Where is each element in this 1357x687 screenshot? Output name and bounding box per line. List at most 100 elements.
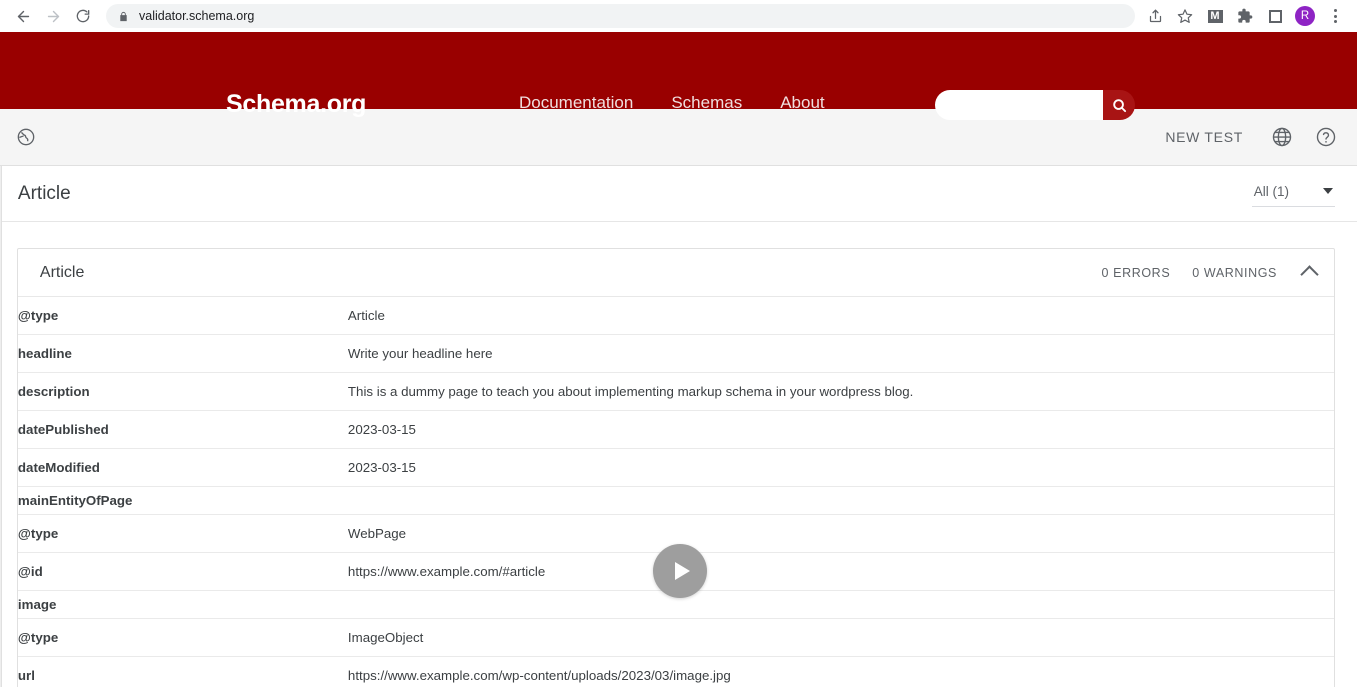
side-panel-square	[1268, 9, 1282, 23]
code-line[interactable]: 2{	[0, 187, 1, 205]
line-number: 24	[0, 587, 1, 605]
code-line[interactable]: 17 "author": {	[0, 460, 1, 478]
site-logo[interactable]: Schema.org	[226, 90, 366, 119]
site-search	[935, 90, 1135, 120]
run-test-button[interactable]	[653, 544, 707, 598]
property-value: This is a dummy page to teach you about …	[347, 372, 1334, 411]
forward-icon[interactable]	[38, 1, 68, 31]
code-line[interactable]: 3 "@context": "https://schema.org/",	[0, 205, 1, 223]
line-number: 4	[0, 224, 1, 242]
line-number: 7	[0, 278, 1, 296]
code-line[interactable]: 18 "@type": "Person",	[0, 478, 1, 496]
code-line[interactable]: 7 "@id": "https://www.example.com/#artic…	[0, 278, 1, 296]
property-row: @type ImageObject	[17, 618, 1334, 657]
gmail-extension-icon[interactable]: M	[1201, 2, 1229, 30]
results-body: Article 0 ERRORS 0 WARNINGS @type Article…	[2, 222, 1357, 687]
property-key: datePublished	[17, 410, 348, 449]
nav-item-about[interactable]: About	[780, 93, 824, 113]
browser-toolbar: validator.schema.org M R	[0, 0, 1357, 32]
line-number: 22	[0, 551, 1, 569]
code-line[interactable]: 10 "description": "This is a dummy page …	[0, 333, 1, 351]
property-value: https://www.example.com/wp-content/uploa…	[347, 656, 1334, 687]
line-number: 25	[0, 606, 1, 624]
line-number: 6	[0, 260, 1, 278]
result-properties-table: @type Article headline Write your headline …	[17, 297, 1334, 687]
browser-menu-icon[interactable]	[1321, 2, 1349, 30]
reload-icon[interactable]	[68, 1, 98, 31]
property-row: url https://www.example.com/wp-content/up…	[17, 656, 1334, 687]
search-button[interactable]	[1103, 90, 1135, 120]
property-key: dateModified	[17, 448, 348, 487]
code-line[interactable]: 25 "@type": "ImageObject",	[0, 606, 1, 624]
property-value: 2023-03-15	[347, 448, 1334, 487]
new-test-button[interactable]: NEW TEST	[1155, 123, 1253, 151]
code-line[interactable]: 6 "@type": "WebPage",	[0, 260, 1, 278]
chevron-down-icon	[1322, 188, 1333, 194]
search-input[interactable]	[935, 90, 1103, 120]
code-line[interactable]: 9 "headline": "Write your headline here"…	[0, 315, 1, 333]
code-line[interactable]: 13 "url": "https://www.example.com/wp-co…	[0, 387, 1, 405]
code-line[interactable]: 28 "height": "60"	[0, 660, 1, 678]
code-line[interactable]: 19 "name": "Harry Potter"	[0, 496, 1, 514]
url-text: validator.schema.org	[139, 9, 255, 23]
property-value: WebPage	[347, 514, 1334, 553]
avatar-initial: R	[1295, 6, 1315, 26]
property-key: @type	[17, 618, 348, 657]
code-line[interactable]: 27 "width": "120",	[0, 642, 1, 660]
line-number: 16	[0, 442, 1, 460]
warnings-badge: 0 WARNINGS	[1192, 265, 1277, 280]
line-number: 17	[0, 460, 1, 478]
line-number: 8	[0, 296, 1, 314]
result-card-article: Article 0 ERRORS 0 WARNINGS @type Article…	[16, 248, 1335, 687]
line-number: 9	[0, 315, 1, 333]
line-number: 10	[0, 333, 1, 351]
address-bar[interactable]: validator.schema.org	[106, 4, 1135, 28]
code-line[interactable]: 12 "@type": "ImageObject",	[0, 369, 1, 387]
code-line[interactable]: 20 },	[0, 515, 1, 533]
globe-left-icon[interactable]	[12, 123, 40, 151]
profile-avatar[interactable]: R	[1291, 2, 1319, 30]
property-value: 2023-03-15	[347, 410, 1334, 449]
property-row: headline Write your headline here	[17, 334, 1334, 373]
code-line[interactable]: 22 "@type": "Organization",	[0, 551, 1, 569]
app-toolbar: NEW TEST	[0, 109, 1357, 166]
help-icon[interactable]	[1311, 122, 1341, 152]
line-number: 12	[0, 369, 1, 387]
line-number: 3	[0, 205, 1, 223]
code-line[interactable]: 8 },	[0, 296, 1, 314]
language-globe-icon[interactable]	[1267, 122, 1297, 152]
property-key: url	[17, 656, 348, 687]
code-line[interactable]: 11 "image": {	[0, 351, 1, 369]
bookmark-star-icon[interactable]	[1171, 2, 1199, 30]
code-line[interactable]: 15 "height": ""	[0, 424, 1, 442]
line-number: 27	[0, 642, 1, 660]
code-line[interactable]: 14 "width": "",	[0, 405, 1, 423]
nav-item-schemas[interactable]: Schemas	[671, 93, 742, 113]
code-line[interactable]: 4 "@type": "Article",	[0, 224, 1, 242]
chevron-up-icon[interactable]	[1300, 265, 1319, 284]
back-icon[interactable]	[8, 1, 38, 31]
line-number: 5	[0, 242, 1, 260]
site-header: Schema.org Documentation Schemas About	[0, 32, 1357, 120]
property-key: @id	[17, 552, 348, 591]
line-number: 11	[0, 351, 1, 369]
side-panel-icon[interactable]	[1261, 2, 1289, 30]
results-filter-label: All (1)	[1253, 183, 1289, 199]
code-line[interactable]: 23 "name": "ExamplePublisher",	[0, 569, 1, 587]
code-line[interactable]: 16 },	[0, 442, 1, 460]
code-line[interactable]: 24 "logo": {	[0, 587, 1, 605]
results-filter-dropdown[interactable]: All (1)	[1251, 181, 1335, 207]
nav-item-documentation[interactable]: Documentation	[519, 93, 633, 113]
code-content[interactable]: 1<script type="application/ld+json">2{3 …	[0, 166, 1, 687]
code-line[interactable]: 1<script type="application/ld+json">	[0, 169, 1, 187]
code-line[interactable]: 5 "mainEntityOfPage": {	[0, 242, 1, 260]
code-line[interactable]: 21 "publisher": {	[0, 533, 1, 551]
errors-badge: 0 ERRORS	[1101, 265, 1171, 280]
code-line[interactable]: 26 "url": "htts://examplepublisher.com/w…	[0, 624, 1, 642]
property-row: description This is a dummy page to teach…	[17, 372, 1334, 411]
property-value	[347, 590, 1334, 619]
property-key: image	[17, 590, 348, 619]
property-value: Write your headline here	[347, 334, 1334, 373]
share-icon[interactable]	[1141, 2, 1169, 30]
extensions-puzzle-icon[interactable]	[1231, 2, 1259, 30]
